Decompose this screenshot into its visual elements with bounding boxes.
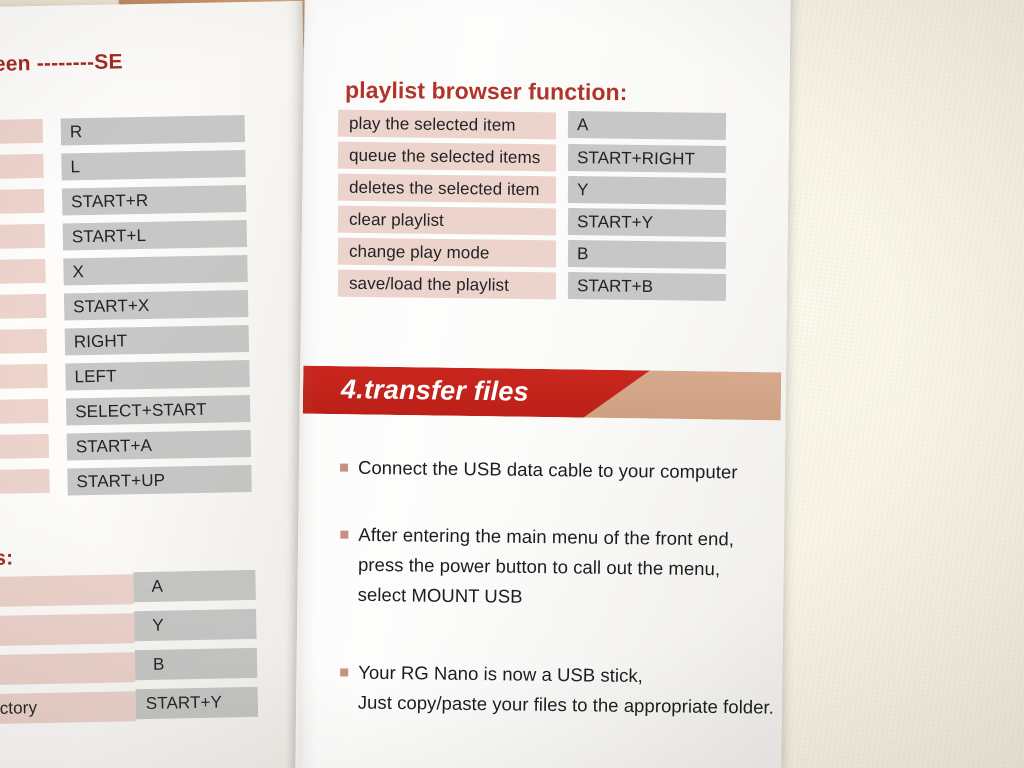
playlist-key-chip: B: [567, 240, 727, 269]
bullet-line: After entering the main menu of the fron…: [340, 520, 734, 555]
key-label: Y: [152, 615, 164, 635]
playlist-key-label: A: [576, 114, 589, 134]
pink-row: [0, 188, 45, 215]
bullet-line: Just copy/paste your files to the approp…: [340, 687, 774, 722]
key-chip: START+A: [66, 429, 252, 461]
playlist-browser-title: playlist browser function:: [344, 76, 628, 106]
playlist-action-chip: queue the selected items: [337, 141, 557, 172]
bullet-text: select MOUNT USB: [357, 583, 523, 607]
action-chip: [0, 613, 135, 647]
playlist-key-label: START+Y: [576, 211, 654, 232]
left-page-header-fragment: reen --------SE: [0, 50, 123, 76]
playlist-key-chip: START+RIGHT: [567, 144, 727, 173]
key-label: SELECT+START: [75, 399, 207, 421]
bullet-item-1: Connect the USB data cable to your compu…: [339, 453, 738, 488]
bullet-text: Your RG Nano is now a USB stick,: [358, 661, 644, 687]
bullet-text: press the power button to call out the m…: [357, 553, 721, 580]
key-chip: R: [60, 115, 246, 146]
key-label: START+R: [70, 190, 149, 211]
key-label: X: [72, 261, 85, 281]
playlist-key-label: START+RIGHT: [576, 147, 696, 169]
bullet-text: Just copy/paste your files to the approp…: [357, 691, 774, 718]
banner-heading: 4.transfer files: [341, 374, 529, 408]
playlist-action-label: clear playlist: [348, 209, 445, 230]
playlist-key-chip: A: [567, 111, 727, 140]
section-banner: 4.transfer files: [302, 365, 782, 421]
key-chip: Y: [134, 608, 257, 642]
key-chip: START+Y: [135, 686, 259, 720]
bullet-line: press the power button to call out the m…: [340, 550, 734, 585]
key-chip: A: [133, 569, 256, 603]
playlist-action-chip: save/load the playlist: [337, 269, 557, 300]
key-label: START+L: [71, 225, 147, 246]
key-label: START+UP: [76, 470, 166, 491]
key-label: START+X: [73, 295, 150, 316]
key-chip: START+L: [62, 220, 248, 251]
pink-row: [0, 153, 44, 180]
playlist-key-chip: Y: [567, 176, 727, 205]
bullet-square-icon: [340, 668, 349, 677]
pink-row: [0, 293, 47, 320]
playlist-action-label: queue the selected items: [348, 145, 541, 167]
key-chip: START+X: [63, 289, 249, 321]
key-label: B: [152, 654, 165, 674]
bullet-text: Connect the USB data cable to your compu…: [357, 456, 738, 483]
pink-row: [0, 258, 46, 285]
bullet-line: Connect the USB data cable to your compu…: [339, 453, 738, 488]
banner-section-title: transfer files: [363, 374, 530, 407]
bullet-text: After entering the main menu of the fron…: [358, 523, 735, 550]
left-manual-page: reen --------SE : R L START+R: [0, 0, 318, 768]
action-chip: [0, 652, 136, 686]
photo-scene: reen --------SE : R L START+R: [0, 0, 1024, 768]
key-label: A: [151, 576, 164, 596]
playlist-action-label: play the selected item: [348, 113, 516, 135]
playlist-action-chip: clear playlist: [337, 205, 557, 236]
bullet-item-2: After entering the main menu of the fron…: [339, 520, 734, 615]
banner-section-number: 4.: [340, 374, 365, 405]
key-label: R: [69, 121, 83, 141]
key-label: RIGHT: [73, 330, 128, 351]
playlist-action-chip: change play mode: [337, 237, 557, 268]
key-chip: L: [61, 150, 246, 181]
key-chip: LEFT: [65, 359, 250, 391]
key-label: LEFT: [74, 366, 117, 386]
key-chip: RIGHT: [64, 324, 250, 356]
playlist-action-chip: play the selected item: [337, 109, 557, 140]
bullet-square-icon: [340, 530, 349, 539]
pink-row: [0, 468, 50, 495]
key-label: START+Y: [145, 692, 223, 714]
key-chip: START+R: [61, 185, 247, 216]
playlist-key-chip: START+Y: [567, 208, 727, 237]
playlist-action-label: change play mode: [348, 241, 490, 263]
playlist-action-chip: deletes the selected item: [337, 173, 557, 204]
pink-row: [0, 398, 49, 425]
key-label: L: [70, 156, 81, 176]
playlist-key-label: START+B: [576, 275, 654, 296]
key-chip: SELECT+START: [65, 394, 251, 426]
action-label: m directory: [0, 698, 38, 719]
playlist-action-label: save/load the playlist: [348, 273, 510, 295]
bullet-item-3: Your RG Nano is now a USB stick, Just co…: [340, 657, 775, 722]
pink-row: [0, 223, 46, 250]
action-chip: m directory: [0, 691, 137, 725]
key-chip: START+UP: [67, 464, 252, 496]
bullet-line: select MOUNT USB: [339, 580, 733, 615]
left-page-features-heading: ures:: [0, 546, 14, 571]
pink-row: [0, 363, 48, 390]
playlist-key-label: Y: [576, 179, 589, 199]
key-label: START+A: [75, 435, 153, 456]
key-chip: B: [134, 647, 258, 681]
bullet-square-icon: [339, 463, 349, 472]
left-page-content: reen --------SE : R L START+R: [0, 1, 318, 768]
playlist-action-label: deletes the selected item: [348, 177, 540, 199]
key-chip: X: [63, 254, 248, 286]
action-chip: tories: [0, 574, 134, 608]
playlist-key-chip: START+B: [567, 272, 727, 301]
playlist-key-label: B: [576, 243, 589, 263]
pink-row: [0, 433, 50, 460]
pink-row: [0, 328, 48, 355]
pink-row: [0, 118, 44, 145]
